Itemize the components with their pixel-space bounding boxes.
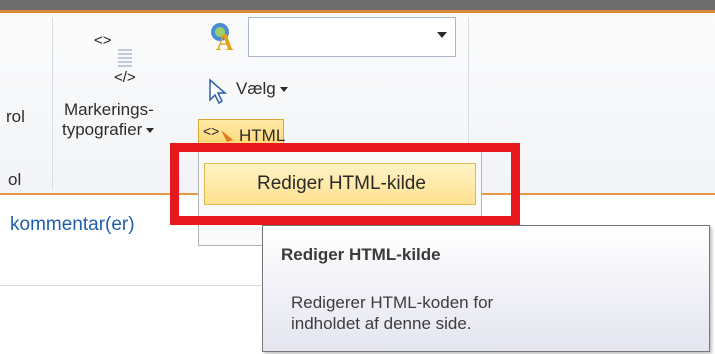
- svg-text:<>: <>: [203, 123, 219, 139]
- svg-text:A: A: [216, 30, 234, 54]
- highlight-annotation: [170, 143, 520, 225]
- svg-text:</>: </>: [114, 69, 136, 86]
- chevron-down-icon: [146, 128, 155, 134]
- tooltip: Rediger HTML-kilde Redigerer HTML-koden …: [262, 225, 710, 352]
- tooltip-body: Redigerer HTML-koden for indholdet af de…: [291, 293, 494, 333]
- chevron-down-icon: [279, 87, 288, 93]
- select-button[interactable]: Vælg: [206, 76, 316, 106]
- chevron-down-icon[interactable]: [437, 32, 447, 38]
- select-label: Vælg: [236, 79, 276, 98]
- ribbon-cut-label: rol: [6, 107, 25, 126]
- svg-text:<>: <>: [94, 32, 112, 49]
- ribbon-separator: [52, 18, 53, 190]
- markup-styles-button[interactable]: <> </> Markerings- typografier: [62, 28, 186, 146]
- window-top-bar: [0, 0, 715, 10]
- text-style-icon[interactable]: A: [206, 20, 240, 54]
- style-combo-box[interactable]: [248, 17, 456, 57]
- markup-styles-label-2: typografier: [62, 120, 143, 139]
- content-divider: [0, 285, 270, 286]
- tooltip-title: Rediger HTML-kilde: [281, 245, 441, 264]
- ribbon-group-label: ol: [8, 170, 22, 189]
- cursor-arrow-icon: [209, 78, 228, 104]
- markup-styles-label-1: Markerings-: [64, 100, 154, 119]
- comments-link[interactable]: kommentar(er): [10, 214, 135, 236]
- markup-styles-icon: <> </>: [94, 32, 136, 86]
